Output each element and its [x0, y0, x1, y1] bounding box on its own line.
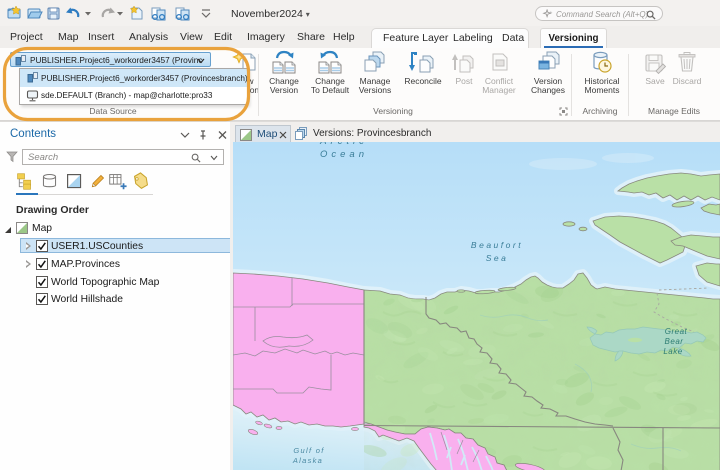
svg-text:Arctic: Arctic [319, 142, 368, 147]
svg-text:Lake: Lake [663, 347, 682, 356]
svg-text:Alaska: Alaska [292, 456, 323, 465]
svg-text:Great: Great [665, 327, 688, 336]
svg-text:Ocean: Ocean [320, 149, 368, 160]
svg-text:Gulf of: Gulf of [293, 446, 324, 455]
svg-text:Bear: Bear [665, 337, 684, 346]
svg-text:Beaufort: Beaufort [471, 240, 523, 250]
svg-text:Sea: Sea [486, 253, 509, 263]
